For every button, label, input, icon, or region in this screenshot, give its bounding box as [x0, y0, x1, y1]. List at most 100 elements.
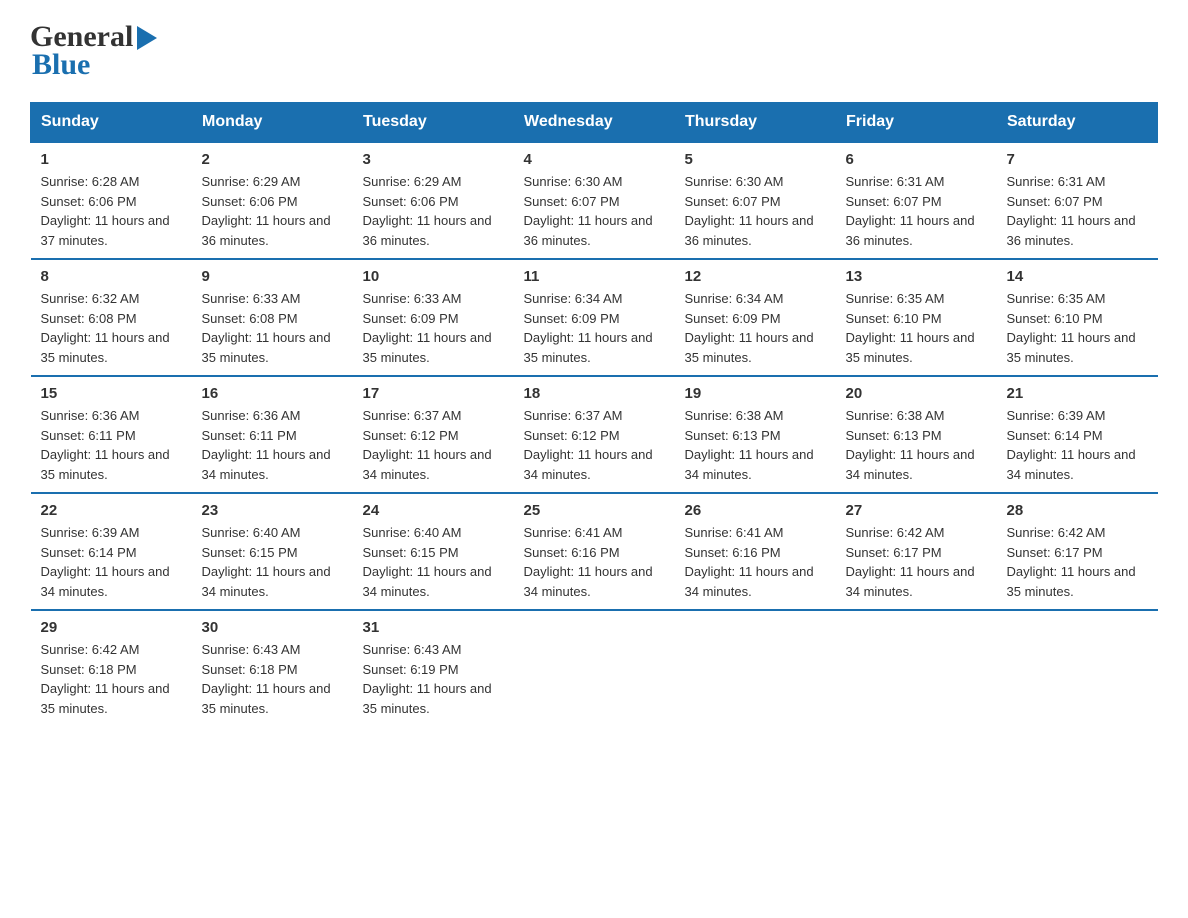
calendar-cell: 17 Sunrise: 6:37 AMSunset: 6:12 PMDayligh… — [353, 376, 514, 493]
logo: General Blue — [30, 20, 157, 82]
calendar-cell: 12 Sunrise: 6:34 AMSunset: 6:09 PMDayligh… — [675, 259, 836, 376]
day-number: 13 — [846, 268, 987, 285]
calendar-cell: 22 Sunrise: 6:39 AMSunset: 6:14 PMDayligh… — [31, 493, 192, 610]
day-info: Sunrise: 6:42 AMSunset: 6:18 PMDaylight:… — [41, 640, 182, 718]
day-info: Sunrise: 6:41 AMSunset: 6:16 PMDaylight:… — [524, 523, 665, 601]
calendar-cell: 10 Sunrise: 6:33 AMSunset: 6:09 PMDayligh… — [353, 259, 514, 376]
header-friday: Friday — [836, 103, 997, 143]
calendar-cell: 31 Sunrise: 6:43 AMSunset: 6:19 PMDayligh… — [353, 610, 514, 726]
day-info: Sunrise: 6:31 AMSunset: 6:07 PMDaylight:… — [846, 172, 987, 250]
day-number: 2 — [202, 151, 343, 168]
calendar-cell: 19 Sunrise: 6:38 AMSunset: 6:13 PMDayligh… — [675, 376, 836, 493]
calendar-cell: 21Sunrise: 6:39 AMSunset: 6:14 PMDayligh… — [997, 376, 1158, 493]
header-sunday: Sunday — [31, 103, 192, 143]
header-tuesday: Tuesday — [353, 103, 514, 143]
day-info: Sunrise: 6:30 AMSunset: 6:07 PMDaylight:… — [685, 172, 826, 250]
calendar-cell — [514, 610, 675, 726]
day-info: Sunrise: 6:37 AMSunset: 6:12 PMDaylight:… — [524, 406, 665, 484]
day-info: Sunrise: 6:43 AMSunset: 6:18 PMDaylight:… — [202, 640, 343, 718]
calendar-cell — [997, 610, 1158, 726]
day-number: 12 — [685, 268, 826, 285]
day-number: 10 — [363, 268, 504, 285]
day-info: Sunrise: 6:39 AMSunset: 6:14 PMDaylight:… — [1007, 406, 1148, 484]
header-saturday: Saturday — [997, 103, 1158, 143]
day-number: 14 — [1007, 268, 1148, 285]
day-number: 9 — [202, 268, 343, 285]
day-info: Sunrise: 6:35 AMSunset: 6:10 PMDaylight:… — [846, 289, 987, 367]
calendar-cell — [836, 610, 997, 726]
day-number: 16 — [202, 385, 343, 402]
day-number: 18 — [524, 385, 665, 402]
day-info: Sunrise: 6:42 AMSunset: 6:17 PMDaylight:… — [1007, 523, 1148, 601]
calendar-cell: 9Sunrise: 6:33 AMSunset: 6:08 PMDaylight… — [192, 259, 353, 376]
day-number: 31 — [363, 619, 504, 636]
calendar-cell: 13 Sunrise: 6:35 AMSunset: 6:10 PMDayligh… — [836, 259, 997, 376]
day-info: Sunrise: 6:31 AMSunset: 6:07 PMDaylight:… — [1007, 172, 1148, 250]
calendar-table: SundayMondayTuesdayWednesdayThursdayFrid… — [30, 102, 1158, 726]
day-info: Sunrise: 6:36 AMSunset: 6:11 PMDaylight:… — [41, 406, 182, 484]
day-number: 19 — [685, 385, 826, 402]
header-monday: Monday — [192, 103, 353, 143]
calendar-cell: 15 Sunrise: 6:36 AMSunset: 6:11 PMDayligh… — [31, 376, 192, 493]
day-number: 29 — [41, 619, 182, 636]
calendar-cell: 1 Sunrise: 6:28 AMSunset: 6:06 PMDaylight… — [31, 142, 192, 259]
calendar-week-row: 1 Sunrise: 6:28 AMSunset: 6:06 PMDaylight… — [31, 142, 1158, 259]
day-number: 20 — [846, 385, 987, 402]
day-info: Sunrise: 6:40 AMSunset: 6:15 PMDaylight:… — [202, 523, 343, 601]
day-number: 7 — [1007, 151, 1148, 168]
calendar-cell: 7 Sunrise: 6:31 AMSunset: 6:07 PMDaylight… — [997, 142, 1158, 259]
page-header: General Blue — [30, 20, 1158, 82]
day-info: Sunrise: 6:29 AMSunset: 6:06 PMDaylight:… — [363, 172, 504, 250]
calendar-cell: 20 Sunrise: 6:38 AMSunset: 6:13 PMDayligh… — [836, 376, 997, 493]
calendar-cell: 16Sunrise: 6:36 AMSunset: 6:11 PMDayligh… — [192, 376, 353, 493]
calendar-week-row: 15 Sunrise: 6:36 AMSunset: 6:11 PMDayligh… — [31, 376, 1158, 493]
day-number: 26 — [685, 502, 826, 519]
day-info: Sunrise: 6:39 AMSunset: 6:14 PMDaylight:… — [41, 523, 182, 601]
calendar-cell: 24Sunrise: 6:40 AMSunset: 6:15 PMDayligh… — [353, 493, 514, 610]
day-number: 25 — [524, 502, 665, 519]
calendar-cell: 26 Sunrise: 6:41 AMSunset: 6:16 PMDayligh… — [675, 493, 836, 610]
day-number: 15 — [41, 385, 182, 402]
calendar-header-row: SundayMondayTuesdayWednesdayThursdayFrid… — [31, 103, 1158, 143]
day-number: 24 — [363, 502, 504, 519]
day-info: Sunrise: 6:38 AMSunset: 6:13 PMDaylight:… — [685, 406, 826, 484]
day-number: 1 — [41, 151, 182, 168]
day-info: Sunrise: 6:41 AMSunset: 6:16 PMDaylight:… — [685, 523, 826, 601]
day-number: 3 — [363, 151, 504, 168]
day-info: Sunrise: 6:35 AMSunset: 6:10 PMDaylight:… — [1007, 289, 1148, 367]
calendar-week-row: 8Sunrise: 6:32 AMSunset: 6:08 PMDaylight… — [31, 259, 1158, 376]
calendar-cell: 28 Sunrise: 6:42 AMSunset: 6:17 PMDayligh… — [997, 493, 1158, 610]
calendar-cell: 14 Sunrise: 6:35 AMSunset: 6:10 PMDayligh… — [997, 259, 1158, 376]
day-number: 4 — [524, 151, 665, 168]
day-number: 27 — [846, 502, 987, 519]
day-info: Sunrise: 6:29 AMSunset: 6:06 PMDaylight:… — [202, 172, 343, 250]
calendar-cell — [675, 610, 836, 726]
calendar-cell: 27Sunrise: 6:42 AMSunset: 6:17 PMDayligh… — [836, 493, 997, 610]
day-info: Sunrise: 6:34 AMSunset: 6:09 PMDaylight:… — [685, 289, 826, 367]
day-number: 17 — [363, 385, 504, 402]
day-info: Sunrise: 6:43 AMSunset: 6:19 PMDaylight:… — [363, 640, 504, 718]
day-number: 23 — [202, 502, 343, 519]
day-info: Sunrise: 6:37 AMSunset: 6:12 PMDaylight:… — [363, 406, 504, 484]
day-number: 6 — [846, 151, 987, 168]
calendar-cell: 30 Sunrise: 6:43 AMSunset: 6:18 PMDayligh… — [192, 610, 353, 726]
calendar-cell: 11Sunrise: 6:34 AMSunset: 6:09 PMDayligh… — [514, 259, 675, 376]
logo-blue-text: Blue — [32, 48, 90, 82]
calendar-cell: 25 Sunrise: 6:41 AMSunset: 6:16 PMDayligh… — [514, 493, 675, 610]
calendar-week-row: 22 Sunrise: 6:39 AMSunset: 6:14 PMDayligh… — [31, 493, 1158, 610]
day-number: 30 — [202, 619, 343, 636]
day-info: Sunrise: 6:34 AMSunset: 6:09 PMDaylight:… — [524, 289, 665, 367]
calendar-cell: 6 Sunrise: 6:31 AMSunset: 6:07 PMDaylight… — [836, 142, 997, 259]
header-wednesday: Wednesday — [514, 103, 675, 143]
day-info: Sunrise: 6:28 AMSunset: 6:06 PMDaylight:… — [41, 172, 182, 250]
header-thursday: Thursday — [675, 103, 836, 143]
calendar-cell: 8Sunrise: 6:32 AMSunset: 6:08 PMDaylight… — [31, 259, 192, 376]
day-number: 28 — [1007, 502, 1148, 519]
day-info: Sunrise: 6:33 AMSunset: 6:09 PMDaylight:… — [363, 289, 504, 367]
day-info: Sunrise: 6:30 AMSunset: 6:07 PMDaylight:… — [524, 172, 665, 250]
day-number: 22 — [41, 502, 182, 519]
day-info: Sunrise: 6:38 AMSunset: 6:13 PMDaylight:… — [846, 406, 987, 484]
day-number: 8 — [41, 268, 182, 285]
logo-arrow-icon — [137, 26, 157, 50]
calendar-week-row: 29 Sunrise: 6:42 AMSunset: 6:18 PMDayligh… — [31, 610, 1158, 726]
